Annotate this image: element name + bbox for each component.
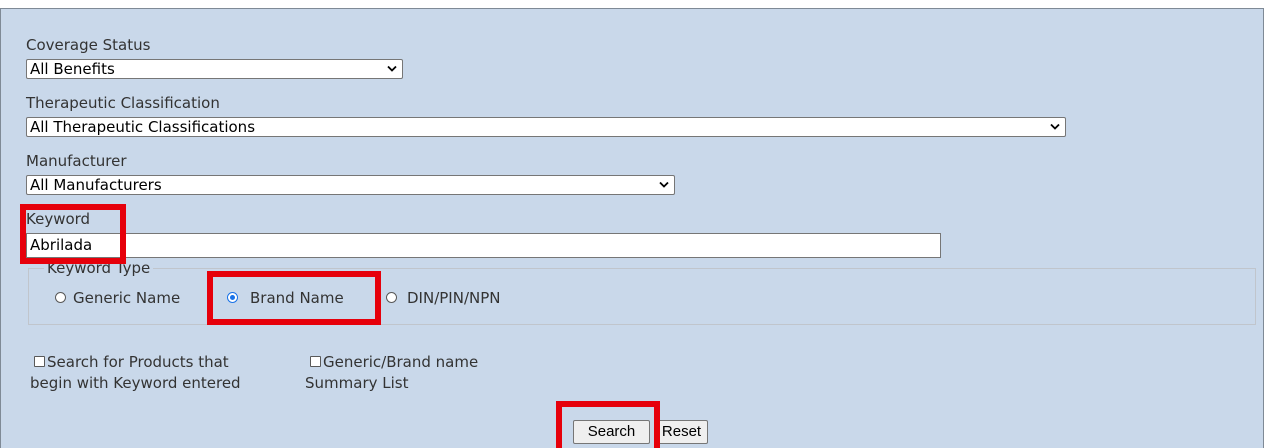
summary-list-checkbox[interactable] [310,356,321,367]
radio-din-pin-npn-label: DIN/PIN/NPN [407,289,501,307]
radio-brand-name-label: Brand Name [250,289,344,307]
begin-with-keyword-label-line2: begin with Keyword entered [30,374,241,392]
keyword-type-legend: Keyword Type [44,260,154,276]
chevron-down-icon [387,65,397,72]
begin-with-keyword-label-line1: Search for Products that [47,353,229,371]
keyword-label: Keyword [26,210,91,228]
keyword-type-fieldset [28,268,1256,325]
begin-with-keyword-checkbox[interactable] [34,356,45,367]
keyword-input-value: Abrilada [30,236,93,254]
manufacturer-label: Manufacturer [26,152,127,170]
search-button[interactable]: Search [573,420,650,444]
coverage-status-value: All Benefits [30,60,115,78]
coverage-status-label: Coverage Status [26,36,151,54]
therapeutic-classification-select[interactable]: All Therapeutic Classifications [26,117,1066,137]
summary-list-label-line2: Summary List [305,374,409,392]
chevron-down-icon [1050,123,1060,130]
therapeutic-classification-label: Therapeutic Classification [26,94,220,112]
summary-list-label-line1: Generic/Brand name [323,353,479,371]
manufacturer-value: All Manufacturers [30,176,162,194]
keyword-input[interactable]: Abrilada [26,233,941,258]
manufacturer-select[interactable]: All Manufacturers [26,175,675,195]
chevron-down-icon [659,181,669,188]
reset-button[interactable]: Reset [655,420,708,444]
radio-generic-name[interactable] [55,292,66,303]
radio-brand-name[interactable] [227,292,238,303]
radio-generic-name-label: Generic Name [73,289,181,307]
coverage-status-select[interactable]: All Benefits [26,59,403,79]
radio-din-pin-npn[interactable] [386,292,397,303]
therapeutic-classification-value: All Therapeutic Classifications [30,118,256,136]
